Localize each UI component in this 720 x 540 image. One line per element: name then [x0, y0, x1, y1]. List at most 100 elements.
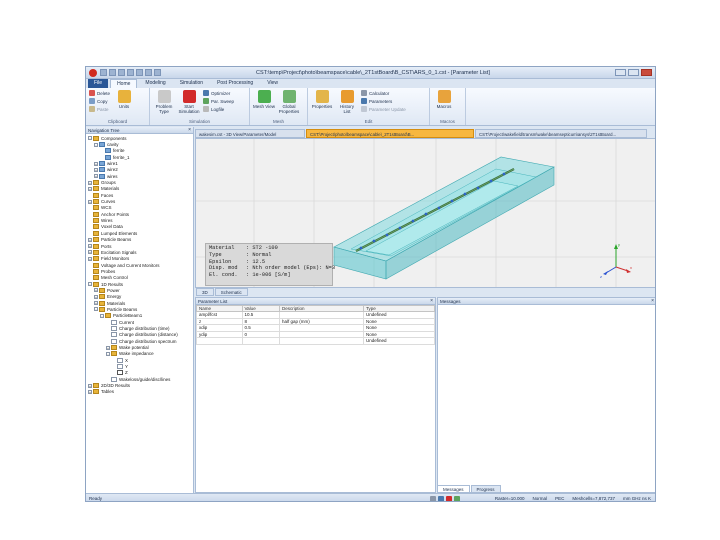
units-button[interactable]: Units — [113, 90, 135, 117]
tab-post-processing[interactable]: Post Processing — [211, 79, 259, 88]
tab-3d[interactable]: 3D — [196, 288, 214, 296]
panel-close-icon[interactable]: × — [651, 298, 654, 305]
expand-icon[interactable]: + — [88, 199, 92, 204]
fit-view-icon[interactable] — [430, 496, 436, 501]
paste-button[interactable]: Paste — [89, 106, 110, 112]
zoom-icon[interactable] — [438, 496, 444, 501]
3d-viewport[interactable]: y x z Material: ST2 -100 Type: Normal Ep… — [195, 138, 655, 288]
beam-dot — [385, 233, 389, 237]
table-cell[interactable] — [241, 337, 281, 345]
folder-icon — [93, 249, 99, 255]
save-icon[interactable] — [100, 69, 107, 76]
document-tab[interactable]: wakesim.cst - 3D View/Parameter/Model — [195, 129, 305, 138]
par-sweep-button[interactable]: Par. Sweep — [203, 98, 234, 104]
optimizer-button[interactable]: Optimizer — [203, 90, 234, 96]
table-cell[interactable] — [279, 337, 364, 345]
cavity-model[interactable] — [333, 156, 555, 280]
beam-dot — [476, 186, 480, 190]
simulation-group-label: Simulation — [188, 119, 210, 124]
parameter-update-button[interactable]: Parameter Update — [361, 106, 406, 112]
macro-icon[interactable] — [145, 69, 152, 76]
expand-icon[interactable]: + — [94, 161, 98, 166]
info-row-epsilon: Epsilon: 12.5 — [209, 258, 266, 265]
delete-button[interactable]: Delete — [89, 90, 110, 96]
tab-home[interactable]: Home — [110, 79, 138, 88]
beam-dot — [489, 179, 493, 183]
expand-icon[interactable]: + — [94, 167, 98, 172]
folder-icon — [93, 199, 99, 205]
expand-icon[interactable]: + — [94, 301, 98, 306]
axis-y-label: y — [618, 242, 620, 247]
history-list-button[interactable]: History List — [336, 90, 358, 117]
expand-icon[interactable]: + — [106, 345, 110, 350]
table-cell[interactable]: Undefined — [362, 337, 435, 345]
units-status: mm GHz ns K — [622, 496, 651, 501]
expand-icon[interactable]: + — [94, 294, 98, 299]
expand-icon[interactable]: + — [88, 186, 92, 191]
tab-simulation[interactable]: Simulation — [174, 79, 209, 88]
problem-type-button[interactable]: Problem Type — [153, 90, 175, 117]
copy-button[interactable]: Copy — [89, 98, 110, 104]
expand-icon[interactable]: + — [88, 244, 92, 249]
expand-icon[interactable]: + — [88, 180, 92, 185]
tree-item-label: X — [125, 357, 129, 363]
table-row[interactable]: Undefined — [196, 337, 435, 345]
tab-schematic[interactable]: Schematic — [214, 288, 248, 296]
tab-modeling[interactable]: Modeling — [139, 79, 171, 88]
properties-icon — [315, 90, 329, 103]
table-cell[interactable] — [196, 337, 243, 345]
tab-file[interactable]: File — [88, 79, 109, 88]
tree-item-label: wire2 — [107, 167, 118, 173]
tree-item-label: Groups — [101, 180, 116, 186]
beam-dot — [398, 226, 402, 230]
macros-button[interactable]: Macros — [433, 90, 455, 117]
expand-icon[interactable]: + — [88, 250, 92, 255]
properties-button[interactable]: Properties — [311, 90, 333, 117]
expand-icon[interactable]: + — [94, 288, 98, 293]
tab-progress[interactable]: Progress — [470, 485, 501, 493]
tree-item[interactable]: + Tables — [86, 389, 193, 395]
meshcells-status: Meshcells=7,872,737 — [572, 496, 615, 501]
help-icon[interactable] — [154, 69, 161, 76]
parameters-button[interactable]: Parameters — [361, 98, 406, 104]
open-icon[interactable] — [127, 69, 134, 76]
panel-close-icon[interactable]: × — [430, 298, 433, 305]
minimize-button[interactable] — [615, 69, 626, 76]
component-icon — [99, 161, 105, 167]
expand-icon[interactable]: + — [88, 383, 92, 388]
stop-icon[interactable] — [446, 496, 452, 501]
tab-messages[interactable]: Messages — [437, 485, 470, 493]
tree-item-label: WCS — [101, 205, 112, 211]
panel-close-icon[interactable]: × — [188, 127, 191, 134]
maximize-button[interactable] — [628, 69, 639, 76]
tree-item-label: Field Monitors — [101, 256, 130, 262]
expand-icon[interactable]: + — [88, 256, 92, 261]
close-button[interactable] — [641, 69, 652, 76]
redo-icon[interactable] — [118, 69, 125, 76]
document-tab[interactable]: CST:\Project\wakefield\transm\wake\beams… — [475, 129, 647, 138]
mesh-view-button[interactable]: Mesh View — [253, 90, 275, 117]
run-icon[interactable] — [454, 496, 460, 501]
tab-view[interactable]: View — [261, 79, 284, 88]
collapse-icon[interactable]: - — [106, 351, 110, 356]
start-simulation-button[interactable]: Start Simulation — [178, 90, 200, 117]
collapse-icon[interactable]: - — [94, 142, 98, 147]
logfile-button[interactable]: Logfile — [203, 106, 234, 112]
expand-icon[interactable]: + — [88, 389, 92, 394]
title-bar: CST:\temp\Project\photo\beamspace\cable\… — [86, 67, 655, 79]
expand-icon[interactable]: + — [88, 237, 92, 242]
calculator-button[interactable]: Calculator — [361, 90, 406, 96]
collapse-icon[interactable]: - — [94, 307, 98, 312]
document-tab-active[interactable]: CST:\Project\photo\beamspace\cable\_2T1s… — [306, 129, 474, 138]
collapse-icon[interactable]: - — [88, 282, 92, 287]
global-properties-button[interactable]: Global Properties — [278, 90, 300, 117]
collapse-icon[interactable]: - — [88, 136, 92, 141]
undo-icon[interactable] — [109, 69, 116, 76]
collapse-icon[interactable]: - — [100, 313, 104, 318]
parameters-icon — [361, 98, 367, 104]
print-icon[interactable] — [136, 69, 143, 76]
app-logo-icon[interactable] — [89, 69, 97, 77]
expand-icon[interactable]: + — [94, 174, 98, 179]
